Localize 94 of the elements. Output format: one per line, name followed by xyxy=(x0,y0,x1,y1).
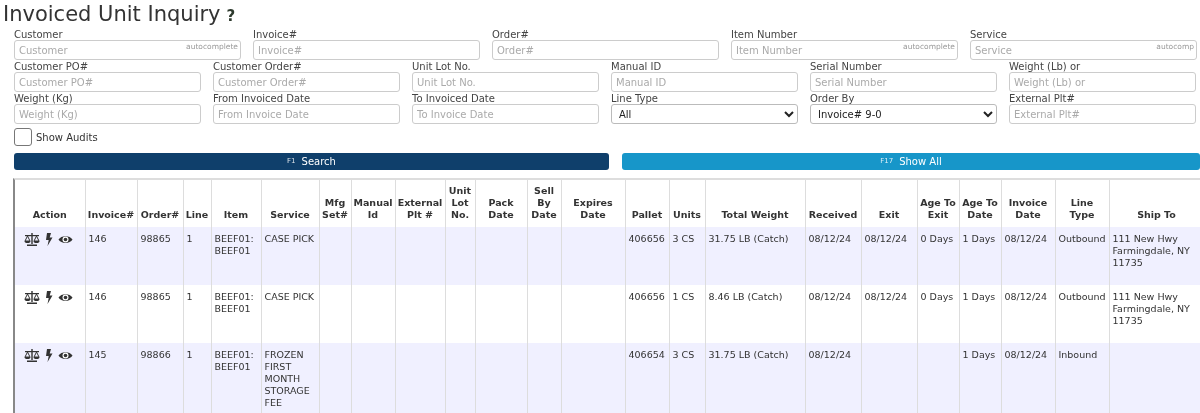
checkbox[interactable] xyxy=(14,128,32,146)
table-cell: 98866 xyxy=(137,343,183,413)
input-field[interactable]: To Invoice Date xyxy=(412,104,599,124)
field-label: Customer PO# xyxy=(14,61,90,72)
scale-icon[interactable] xyxy=(24,349,40,362)
table-cell: 98865 xyxy=(137,227,183,285)
field-label: To Invoiced Date xyxy=(412,93,496,104)
input-field[interactable]: Weight (Lb) or xyxy=(1009,72,1196,92)
input-field[interactable]: From Invoice Date xyxy=(213,104,400,124)
eye-icon[interactable] xyxy=(58,349,73,362)
field-label: Manual ID xyxy=(611,61,663,72)
field-label: Order# xyxy=(492,29,530,40)
column-header: Invoice Date xyxy=(1001,180,1055,227)
column-header: Unit Lot No. xyxy=(445,180,475,227)
table-cell: 08/12/24 xyxy=(805,227,861,285)
table-cell: CASE PICK xyxy=(261,227,319,285)
column-header: Pallet xyxy=(625,180,669,227)
table-cell: 145 xyxy=(85,343,137,413)
table-cell: 406654 xyxy=(625,343,669,413)
input-field[interactable]: External Plt# xyxy=(1009,104,1196,124)
column-header: Item xyxy=(211,180,261,227)
table-cell: 1 Days xyxy=(959,343,1001,413)
table-cell: 1 Days xyxy=(959,227,1001,285)
input-field[interactable]: Customer Order# xyxy=(213,72,400,92)
column-header: Total Weight xyxy=(705,180,805,227)
column-header: Invoice# xyxy=(85,180,137,227)
input-field[interactable]: Unit Lot No. xyxy=(412,72,599,92)
field-label: From Invoiced Date xyxy=(213,93,312,104)
field-label: Weight (Lb) or xyxy=(1009,61,1082,72)
table-cell: 31.75 LB (Catch) xyxy=(705,343,805,413)
field-label: Unit Lot No. xyxy=(412,61,472,72)
field-label: Service xyxy=(970,29,1008,40)
field-label: Invoice# xyxy=(253,29,299,40)
field-label: Customer xyxy=(14,29,64,40)
help-icon[interactable]: ? xyxy=(226,2,236,30)
column-header: Line Type xyxy=(1055,180,1109,227)
column-header: Pack Date xyxy=(475,180,527,227)
table-cell: 1 xyxy=(183,227,211,285)
column-header: Age To Exit xyxy=(917,180,959,227)
scale-icon[interactable] xyxy=(24,233,40,246)
dropdown[interactable]: All xyxy=(611,104,798,124)
column-header: Received xyxy=(805,180,861,227)
table-cell: 3 CS xyxy=(669,227,705,285)
column-header: Sell By Date xyxy=(527,180,561,227)
input-field[interactable]: Customer PO# xyxy=(14,72,201,92)
input-field[interactable]: Weight (Kg) xyxy=(14,104,201,124)
table-cell: BEEF01: BEEF01 xyxy=(211,227,261,285)
field-label: External Plt# xyxy=(1009,93,1076,104)
table-cell: 111 New Hwy Farmingdale, NY 11735 xyxy=(1109,227,1200,285)
table-cell: FROZEN FIRST MONTH STORAGE FEE xyxy=(261,343,319,413)
field-label: Serial Number xyxy=(810,61,883,72)
table-cell: 31.75 LB (Catch) xyxy=(705,227,805,285)
input-field[interactable]: Serial Number xyxy=(810,72,997,92)
table-cell: Inbound xyxy=(1055,343,1109,413)
eye-icon[interactable] xyxy=(58,233,73,246)
table-cell: 08/12/24 xyxy=(1001,343,1055,413)
input-field[interactable]: Manual ID xyxy=(611,72,798,92)
bolt-icon[interactable] xyxy=(45,349,53,362)
table-cell: 406656 xyxy=(625,227,669,285)
column-header: Age To Date xyxy=(959,180,1001,227)
column-header: Order# xyxy=(137,180,183,227)
table-cell: Outbound xyxy=(1055,227,1109,285)
checkbox-label: Show Audits xyxy=(36,130,98,145)
column-header: Manual Id xyxy=(351,180,395,227)
column-header: Service xyxy=(261,180,319,227)
bolt-icon[interactable] xyxy=(45,291,53,304)
column-header: Units xyxy=(669,180,705,227)
column-header: Exit xyxy=(861,180,917,227)
field-label: Order By xyxy=(810,93,856,104)
bolt-icon[interactable] xyxy=(45,233,53,246)
field-label: Customer Order# xyxy=(213,61,303,72)
table-cell: 0 Days xyxy=(917,227,959,285)
eye-icon[interactable] xyxy=(58,291,73,304)
scale-icon[interactable] xyxy=(24,291,40,304)
table-cell: 08/12/24 xyxy=(1001,227,1055,285)
column-header: Line xyxy=(183,180,211,227)
column-header: Action xyxy=(15,180,85,227)
column-header: Ship To xyxy=(1109,180,1200,227)
table-cell: 08/12/24 xyxy=(861,227,917,285)
field-label: Line Type xyxy=(611,93,659,104)
input-field[interactable]: Invoice# xyxy=(253,40,480,60)
input-field[interactable]: Order# xyxy=(492,40,719,60)
column-header: External Plt # xyxy=(395,180,445,227)
field-label: Weight (Kg) xyxy=(14,93,74,104)
page-title: Invoiced Unit Inquiry xyxy=(3,1,221,28)
table-cell: BEEF01: BEEF01 xyxy=(211,343,261,413)
dropdown[interactable]: Invoice# 9-0 xyxy=(810,104,997,124)
field-label: Item Number xyxy=(731,29,799,40)
column-header: Expires Date xyxy=(561,180,625,227)
table-cell: 1 xyxy=(183,343,211,413)
table-cell: 3 CS xyxy=(669,343,705,413)
column-header: Mfg Set# xyxy=(319,180,351,227)
table-cell: 146 xyxy=(85,227,137,285)
table-cell: 08/12/24 xyxy=(805,343,861,413)
